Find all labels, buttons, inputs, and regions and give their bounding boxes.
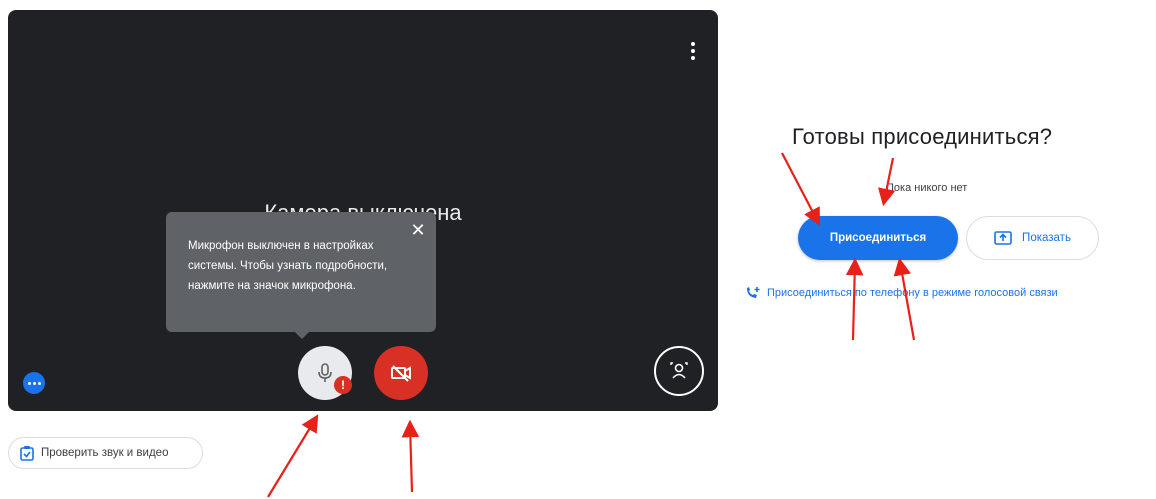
camera-off-icon	[391, 365, 411, 382]
arrow-to-camera	[401, 419, 420, 493]
join-by-phone-link[interactable]: Присоединиться по телефону в режиме голо…	[745, 286, 1058, 300]
join-button[interactable]: Присоединиться	[798, 216, 958, 260]
mic-tooltip-text: Микрофон выключен в настройках системы. …	[188, 240, 388, 292]
clipboard-check-icon	[20, 446, 34, 461]
present-screen-icon	[994, 231, 1012, 245]
more-actions-icon[interactable]	[23, 372, 45, 394]
ready-title: Готовы присоединиться?	[792, 124, 1053, 149]
arrow-up-join-2	[893, 257, 916, 341]
video-preview: Камера выключена Микрофон выключен в нас…	[8, 10, 718, 411]
close-icon[interactable]: ✕	[408, 220, 428, 240]
join-by-phone-label: Присоединиться по телефону в режиме голо…	[767, 287, 1058, 299]
effects-icon	[670, 362, 688, 379]
visual-effects-button[interactable]	[654, 346, 704, 396]
arrow-up-join-1	[845, 257, 864, 341]
more-options-icon[interactable]	[684, 36, 702, 66]
participants-status: Пока никого нет	[886, 182, 968, 194]
mic-alert-badge: !	[334, 376, 352, 394]
tooltip-tail	[294, 331, 310, 339]
join-button-label: Присоединиться	[829, 232, 927, 244]
microphone-icon	[318, 363, 332, 382]
check-audio-video-label: Проверить звук и видео	[41, 447, 169, 459]
arrow-to-status	[878, 157, 896, 207]
present-button-label: Показать	[1022, 232, 1071, 244]
phone-add-icon	[747, 287, 760, 298]
check-audio-video-button[interactable]: Проверить звук и видео	[8, 437, 203, 469]
camera-toggle-button[interactable]	[374, 346, 428, 400]
mic-tooltip: Микрофон выключен в настройках системы. …	[166, 212, 436, 339]
arrow-to-join-left	[781, 152, 821, 226]
present-button[interactable]: Показать	[966, 216, 1099, 260]
arrow-to-mic	[267, 414, 319, 498]
